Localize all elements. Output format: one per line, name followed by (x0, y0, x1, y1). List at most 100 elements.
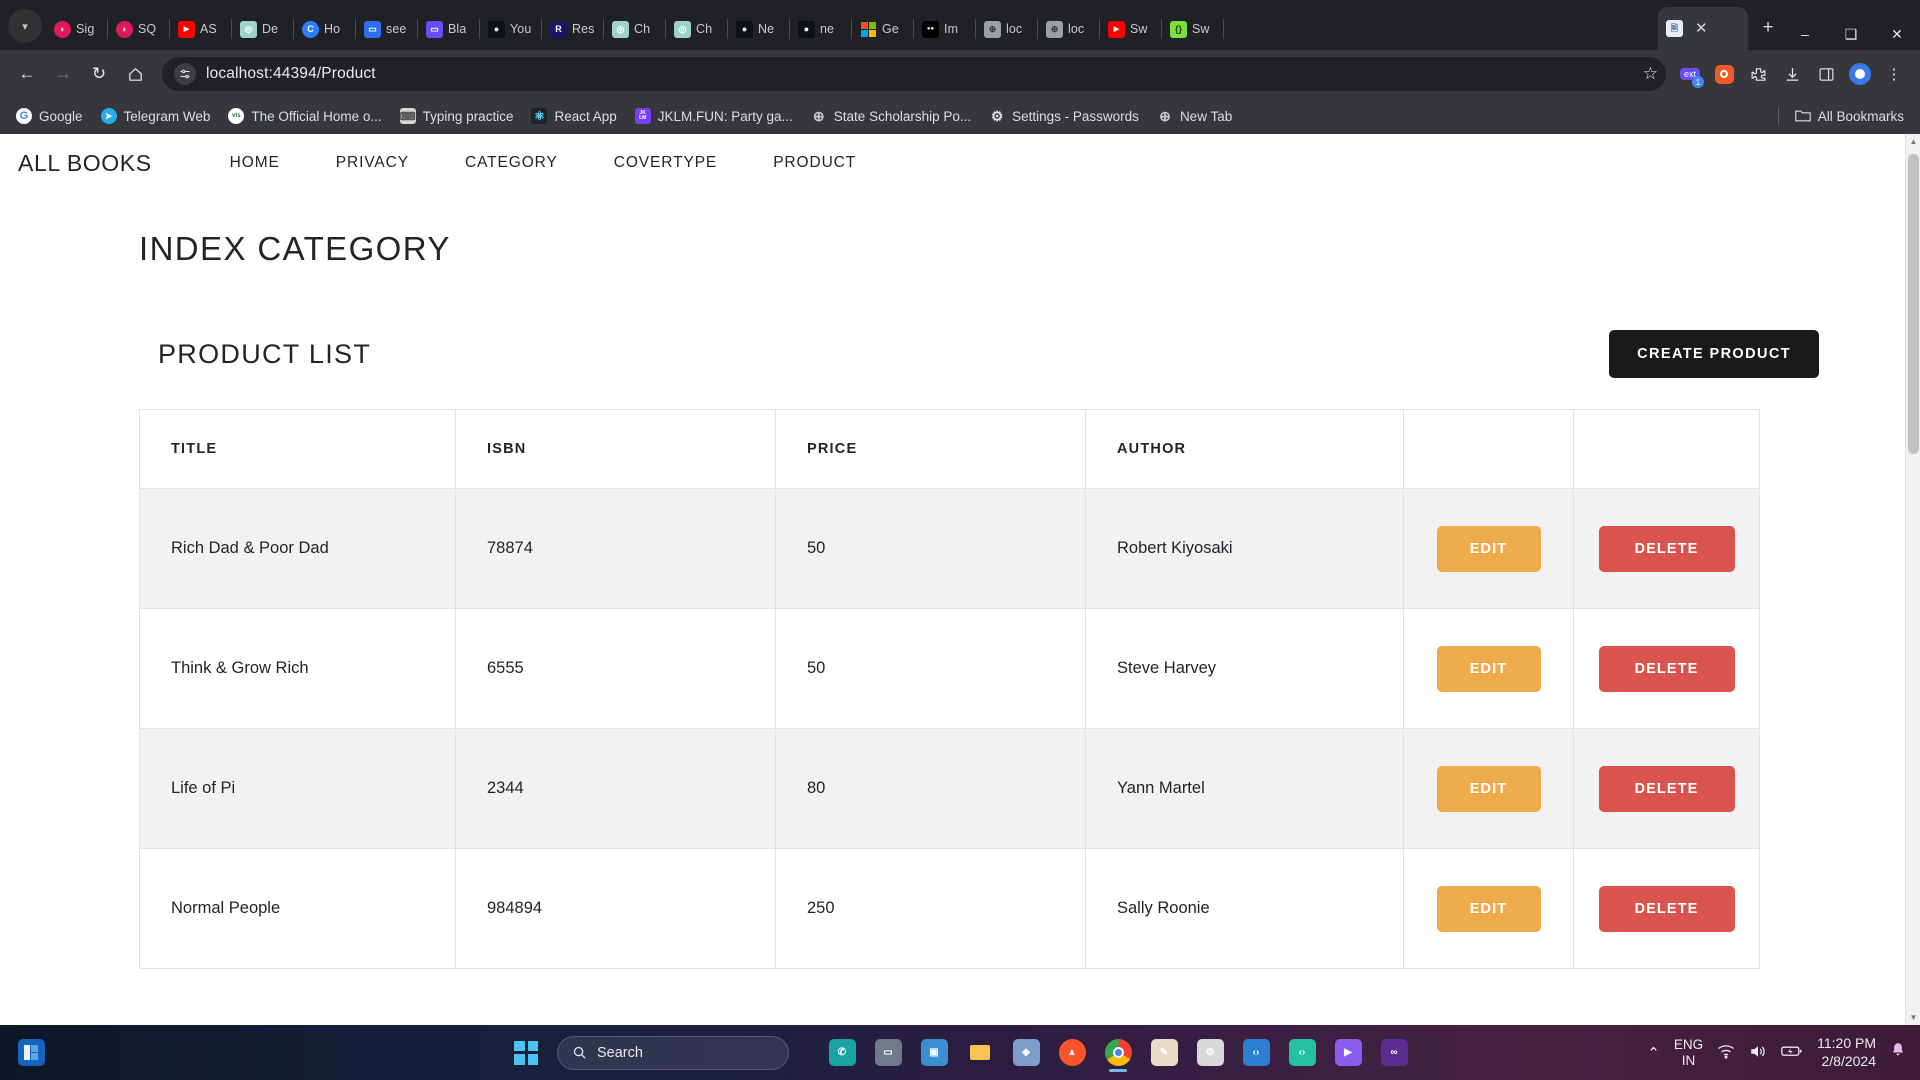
edit-button[interactable]: EDIT (1436, 525, 1541, 572)
extensions-badge-icon[interactable]: ext 1 (1674, 58, 1706, 90)
tab-list: ◗ Sig ◗ SQ ▶ AS ◎ De C Ho ▭ see ▭ Bla ● You R Res ◎ Ch ◎ Ch ● N… (46, 0, 1658, 50)
edit-button[interactable]: EDIT (1436, 885, 1541, 932)
tab-3[interactable]: ◎ De (232, 8, 294, 50)
taskbar-app-task-view[interactable]: ▭ (867, 1032, 909, 1074)
delete-button[interactable]: DELETE (1598, 645, 1735, 692)
minimize-button[interactable]: – (1782, 18, 1828, 50)
scrollbar-thumb[interactable] (1908, 154, 1919, 454)
language-indicator[interactable]: ENG IN (1674, 1037, 1703, 1068)
taskbar-app-chrome[interactable] (1097, 1032, 1139, 1074)
tab-active[interactable]: 🖹 ✕ (1658, 7, 1748, 50)
forward-icon[interactable]: → (46, 57, 80, 91)
bookmark-item-7[interactable]: ⚙ Settings - Passwords (981, 104, 1147, 128)
create-product-button[interactable]: CREATE PRODUCT (1609, 330, 1819, 378)
nav-link-product[interactable]: PRODUCT (745, 154, 884, 172)
close-window-button[interactable]: ✕ (1874, 18, 1920, 50)
tab-11[interactable]: ● Ne (728, 8, 790, 50)
taskbar-app-media-player[interactable]: ▶ (1327, 1032, 1369, 1074)
nav-link-covertype[interactable]: COVERTYPE (586, 154, 745, 172)
all-bookmarks-group[interactable]: All Bookmarks (1777, 104, 1912, 128)
back-icon[interactable]: ← (10, 57, 44, 91)
wifi-icon[interactable] (1717, 1044, 1735, 1062)
bookmark-item-6[interactable]: ⊕ State Scholarship Po... (803, 104, 979, 128)
task-view-button[interactable] (10, 1032, 52, 1074)
page-scrollbar[interactable]: ▲ ▼ (1905, 134, 1920, 1025)
tab-12[interactable]: ● ne (790, 8, 852, 50)
taskbar-app-visual-studio[interactable]: ∞ (1373, 1032, 1415, 1074)
scroll-up-arrow-icon[interactable]: ▲ (1906, 134, 1920, 149)
tab-15[interactable]: ⊕ loc (976, 8, 1038, 50)
tab-8[interactable]: R Res (542, 8, 604, 50)
recording-icon[interactable] (1708, 58, 1740, 90)
tab-1[interactable]: ◗ SQ (108, 8, 170, 50)
taskbar-app-vscode[interactable]: ‹› (1235, 1032, 1277, 1074)
cell-price: 80 (775, 728, 1086, 849)
reload-icon[interactable]: ↻ (82, 57, 116, 91)
tab-13[interactable]: Ge (852, 8, 914, 50)
tune-icon[interactable] (174, 63, 196, 85)
new-tab-button[interactable]: + (1754, 14, 1782, 42)
taskbar-app-phone-link[interactable]: ✆ (821, 1032, 863, 1074)
tab-2[interactable]: ▶ AS (170, 8, 232, 50)
delete-button[interactable]: DELETE (1598, 885, 1735, 932)
tab-search-dropdown-icon[interactable]: ▾ (8, 9, 42, 43)
bookmark-item-3[interactable]: ⌨ Typing practice (392, 104, 522, 128)
taskbar-app-vscode-insiders[interactable]: ‹› (1281, 1032, 1323, 1074)
tab-14[interactable]: ●● Im (914, 8, 976, 50)
taskbar-app-settings[interactable]: ⚙ (1189, 1032, 1231, 1074)
file-explorer-icon (967, 1039, 994, 1066)
delete-button[interactable]: DELETE (1598, 525, 1735, 572)
brand-logo[interactable]: ALL BOOKS (18, 150, 152, 177)
bookmark-label: Typing practice (422, 108, 514, 124)
edit-button[interactable]: EDIT (1436, 645, 1541, 692)
volume-icon[interactable] (1749, 1044, 1767, 1062)
chrome-menu-icon[interactable]: ⋮ (1878, 58, 1910, 90)
tab-9[interactable]: ◎ Ch (604, 8, 666, 50)
downloads-icon[interactable] (1776, 58, 1808, 90)
taskbar-app-file-explorer[interactable] (959, 1032, 1001, 1074)
bookmark-item-0[interactable]: G Google (8, 104, 91, 128)
bookmark-item-5[interactable]: JK LM JKLM.FUN: Party ga... (627, 104, 801, 128)
divider (1777, 107, 1779, 125)
taskbar-search[interactable]: Search (557, 1035, 789, 1070)
delete-button[interactable]: DELETE (1598, 765, 1735, 812)
bookmark-item-1[interactable]: ➤ Telegram Web (93, 104, 219, 128)
maximize-button[interactable]: ❑ (1828, 18, 1874, 50)
nav-link-category[interactable]: CATEGORY (437, 154, 586, 172)
puzzle-extensions-icon[interactable] (1742, 58, 1774, 90)
tab-5[interactable]: ▭ see (356, 8, 418, 50)
address-bar[interactable]: localhost:44394/Product ☆ (162, 57, 1666, 91)
clock[interactable]: 11:20 PM 2/8/2024 (1817, 1035, 1876, 1069)
taskbar-app-teams[interactable]: ▣ (913, 1032, 955, 1074)
nav-link-privacy[interactable]: PRIVACY (308, 154, 437, 172)
tray-chevron-icon[interactable]: ⌃ (1647, 1044, 1660, 1062)
taskbar-app-store[interactable]: ◆ (1005, 1032, 1047, 1074)
bookmark-item-8[interactable]: ⊕ New Tab (1149, 104, 1240, 128)
bell-icon[interactable] (1890, 1042, 1906, 1064)
close-icon[interactable]: ✕ (1695, 21, 1708, 36)
taskbar-app-paint[interactable]: ✎ (1143, 1032, 1185, 1074)
tab-10[interactable]: ◎ Ch (666, 8, 728, 50)
scroll-down-arrow-icon[interactable]: ▼ (1906, 1010, 1920, 1025)
tab-18[interactable]: {} Sw (1162, 8, 1224, 50)
tab-7[interactable]: ● You (480, 8, 542, 50)
bookmark-star-icon[interactable]: ☆ (1643, 64, 1658, 84)
all-bookmarks-button[interactable]: All Bookmarks (1787, 104, 1912, 128)
bookmark-item-2[interactable]: vts The Official Home o... (220, 104, 389, 128)
tab-label: Ho (324, 22, 341, 36)
side-panel-icon[interactable] (1810, 58, 1842, 90)
tab-4[interactable]: C Ho (294, 8, 356, 50)
edit-button[interactable]: EDIT (1436, 765, 1541, 812)
tab-16[interactable]: ⊕ loc (1038, 8, 1100, 50)
profile-avatar-icon[interactable] (1844, 58, 1876, 90)
taskbar-app-brave[interactable]: ▲ (1051, 1032, 1093, 1074)
bookmark-item-4[interactable]: ⚛ React App (523, 104, 624, 128)
tab-label: Res (572, 22, 595, 36)
tab-17[interactable]: ▶ Sw (1100, 8, 1162, 50)
home-icon[interactable] (118, 57, 152, 91)
nav-link-home[interactable]: HOME (202, 154, 308, 172)
start-button[interactable] (505, 1032, 547, 1074)
tab-6[interactable]: ▭ Bla (418, 8, 480, 50)
battery-charging-icon[interactable] (1781, 1044, 1803, 1061)
tab-0[interactable]: ◗ Sig (46, 8, 108, 50)
